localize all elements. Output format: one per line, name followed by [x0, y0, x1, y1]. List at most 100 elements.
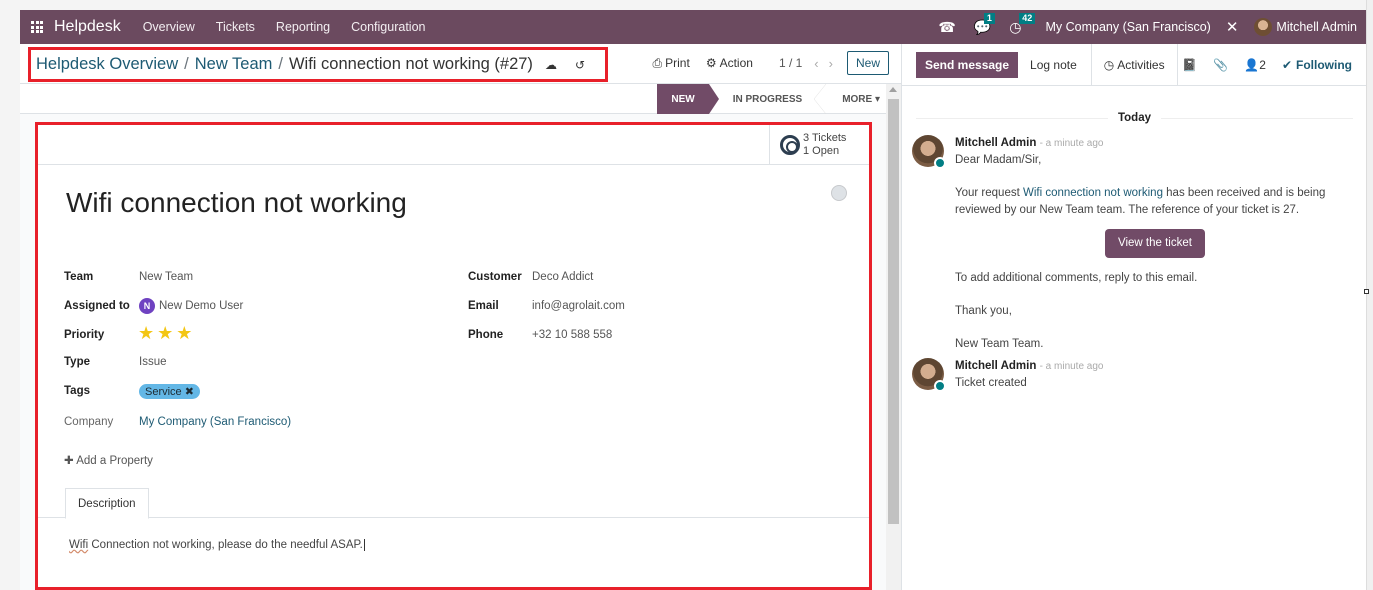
tag-label: Service [145, 386, 182, 398]
message-author[interactable]: Mitchell Admin [955, 137, 1036, 149]
apps-menu-button[interactable] [20, 21, 54, 33]
message-greeting: Dear Madam/Sir, [955, 154, 1042, 166]
action-button[interactable]: ⚙ Action [706, 56, 753, 70]
print-button[interactable]: ⎙ Print [653, 56, 690, 71]
customer-value[interactable]: Deco Addict [532, 271, 593, 283]
control-panel: Helpdesk Overview / New Team / Wifi conn… [20, 44, 901, 84]
pager-next-icon[interactable]: › [829, 56, 833, 71]
message-body-pre: Your request [955, 187, 1023, 199]
message-time: - a minute ago [1039, 138, 1104, 149]
chatter-message: Mitchell Admin - a minute ago Dear Madam… [912, 135, 1352, 353]
user-menu[interactable]: Mitchell Admin [1254, 18, 1357, 36]
menu-reporting[interactable]: Reporting [276, 20, 330, 34]
phone-label: Phone [468, 329, 504, 341]
stage-new[interactable]: NEW [657, 84, 720, 114]
app-brand[interactable]: Helpdesk [54, 18, 121, 36]
ticket-form-sheet: 3 Tickets 1 Open Wifi connection not wor… [35, 122, 872, 590]
author-avatar[interactable] [912, 135, 946, 169]
tickets-smart-button[interactable]: 3 Tickets 1 Open [769, 125, 869, 164]
form-scrollbar[interactable] [886, 84, 901, 590]
email-value[interactable]: info@agrolait.com [532, 300, 625, 312]
message-signature: New Team Team. [955, 338, 1044, 350]
company-value[interactable]: My Company (San Francisco) [139, 416, 291, 428]
printer-icon: ⎙ [652, 55, 663, 70]
menu-tickets[interactable]: Tickets [216, 20, 255, 34]
followers-button[interactable]: 👤2 [1244, 58, 1266, 72]
star-icon[interactable]: ★ [138, 324, 154, 342]
resize-handle[interactable] [1364, 289, 1369, 294]
log-note-button[interactable]: Log note [1018, 52, 1089, 78]
new-button[interactable]: New [846, 51, 889, 75]
priority-label: Priority [64, 329, 105, 341]
star-icon[interactable]: ★ [176, 324, 192, 342]
email-label: Email [468, 300, 499, 312]
message-author[interactable]: Mitchell Admin [955, 360, 1036, 372]
book-icon[interactable]: 📓 [1182, 58, 1197, 72]
pager-value[interactable]: 1 / 1 [779, 56, 802, 70]
chatter-toolbar: Send message Log note ◷ Activities 📓 📎 👤2… [902, 43, 1366, 86]
smart-button-count: 3 Tickets [803, 131, 847, 144]
tag-service[interactable]: Service ✖ [139, 384, 200, 399]
date-separator: Today [902, 112, 1367, 124]
check-icon: ✔ [1281, 57, 1292, 72]
tags-label: Tags [64, 385, 90, 397]
discard-icon[interactable]: ↺ [575, 58, 585, 72]
ticket-link[interactable]: Wifi connection not working [1023, 187, 1163, 199]
menu-overview[interactable]: Overview [143, 20, 195, 34]
description-text: Connection not working, please do the ne… [88, 539, 363, 551]
assigned-label: Assigned to [64, 300, 130, 312]
assigned-value[interactable]: N New Demo User [139, 298, 243, 314]
author-avatar[interactable] [912, 358, 946, 392]
pager-prev-icon[interactable]: ‹ [814, 56, 818, 71]
scrollbar-thumb[interactable] [888, 99, 899, 524]
followers-count: 2 [1259, 57, 1266, 72]
stage-in-progress[interactable]: IN PROGRESS [709, 84, 827, 114]
cloud-save-icon[interactable]: ☁ [545, 58, 557, 72]
tags-value[interactable]: Service ✖ [139, 384, 200, 399]
company-switcher[interactable]: My Company (San Francisco) [1046, 20, 1211, 34]
field-tags: Tags Service ✖ [64, 384, 200, 399]
phone-value[interactable]: +32 10 588 558 [532, 329, 612, 341]
date-separator-label: Today [1107, 112, 1161, 124]
phone-icon[interactable]: ☎ [938, 19, 955, 36]
menu-configuration[interactable]: Configuration [351, 20, 425, 34]
activity-badge: 42 [1019, 12, 1036, 24]
caret-down-icon: ▾ [874, 93, 880, 105]
following-button[interactable]: ✔ Following [1282, 58, 1352, 72]
send-message-button[interactable]: Send message [916, 51, 1019, 78]
field-customer: Customer Deco Addict [468, 271, 593, 283]
team-value[interactable]: New Team [139, 271, 193, 283]
tab-description[interactable]: Description [65, 488, 149, 519]
plus-icon: ✚ [64, 455, 74, 467]
tag-remove-icon[interactable]: ✖ [185, 386, 194, 398]
clock-icon: ◷ [1103, 57, 1115, 72]
description-editor[interactable]: Wifi Connection not working, please do t… [69, 539, 365, 551]
stage-more-dropdown[interactable]: MORE ▾ [826, 84, 886, 114]
message-extra: To add additional comments, reply to thi… [955, 272, 1198, 284]
scroll-up-arrow[interactable] [889, 87, 897, 92]
breadcrumb-new-team[interactable]: New Team [195, 55, 273, 74]
chat-badge: 1 [983, 12, 995, 24]
ticket-title[interactable]: Wifi connection not working [66, 187, 407, 219]
team-label: Team [64, 271, 94, 283]
grid-icon [31, 21, 43, 33]
tools-icon[interactable]: ✕ [1226, 18, 1239, 36]
breadcrumb-separator: / [278, 55, 283, 73]
add-property-button[interactable]: ✚ Add a Property [64, 453, 153, 467]
star-icon[interactable]: ★ [157, 324, 173, 342]
activities-button[interactable]: ◷ Activities [1090, 43, 1178, 86]
window-right-edge [1366, 0, 1373, 590]
breadcrumb-helpdesk-overview[interactable]: Helpdesk Overview [36, 55, 178, 74]
message-thanks: Thank you, [955, 305, 1012, 317]
view-ticket-button[interactable]: View the ticket [1105, 229, 1205, 258]
type-value[interactable]: Issue [139, 356, 167, 368]
priority-stars[interactable]: ★ ★ ★ [138, 324, 195, 342]
chat-icon[interactable]: 💬 1 [974, 12, 995, 36]
breadcrumb-separator: / [184, 55, 189, 73]
customer-label: Customer [468, 271, 522, 283]
paperclip-icon[interactable]: 📎 [1213, 58, 1228, 72]
chatter-message: Mitchell Admin - a minute ago Ticket cre… [912, 358, 1352, 392]
kanban-state-indicator[interactable] [831, 185, 847, 201]
clock-icon[interactable]: ◷ 42 [1009, 12, 1036, 36]
smart-buttons-row: 3 Tickets 1 Open [38, 125, 869, 165]
